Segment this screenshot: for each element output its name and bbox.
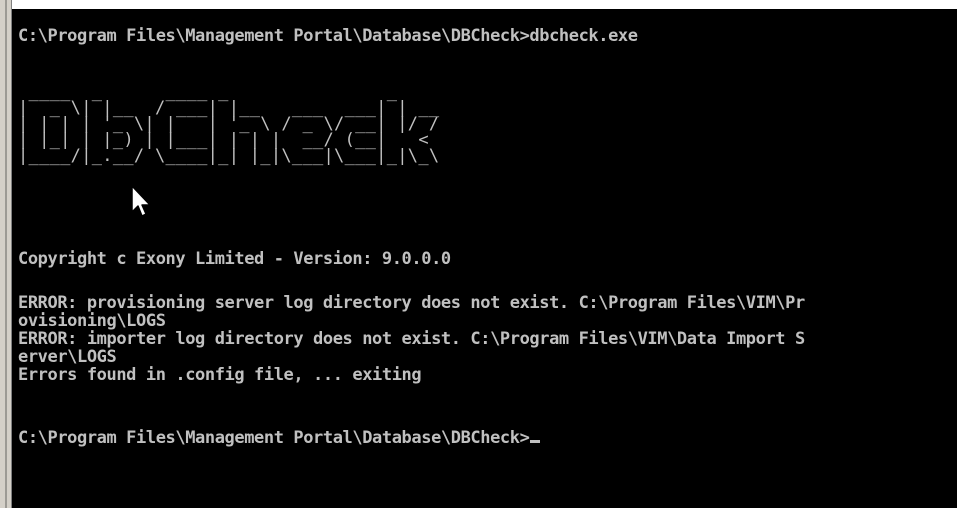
prompt-line[interactable]: C:\Program Files\Management Portal\Datab… [18,428,541,448]
error-line: Errors found in .config file, ... exitin… [18,365,422,385]
window-border [0,0,12,508]
error-line: ERROR: provisioning server log directory… [18,293,805,313]
error-line: ovisioning\LOGS [18,311,166,331]
command-line: C:\Program Files\Management Portal\Datab… [18,26,638,46]
copyright-line: Copyright c Exony Limited - Version: 9.0… [18,249,451,269]
mouse-pointer-icon [131,185,151,217]
window-border-line [5,0,7,508]
error-line: ERROR: importer log directory does not e… [18,329,805,349]
console-screen[interactable]: C:\Program Files\Management Portal\Datab… [12,9,957,508]
prompt-text: C:\Program Files\Management Portal\Datab… [18,428,530,448]
dbcheck-ascii-banner: ____ _ ____ _ _ | _ \| |__ / ___| |__ __… [18,84,440,166]
error-line: erver\LOGS [18,347,117,367]
console-window: C:\Program Files\Management Portal\Datab… [0,0,957,508]
text-cursor [530,440,541,443]
banner-line: |____/|_.__/ \____|_| |_|\___|\___|_|\_\ [18,146,440,166]
